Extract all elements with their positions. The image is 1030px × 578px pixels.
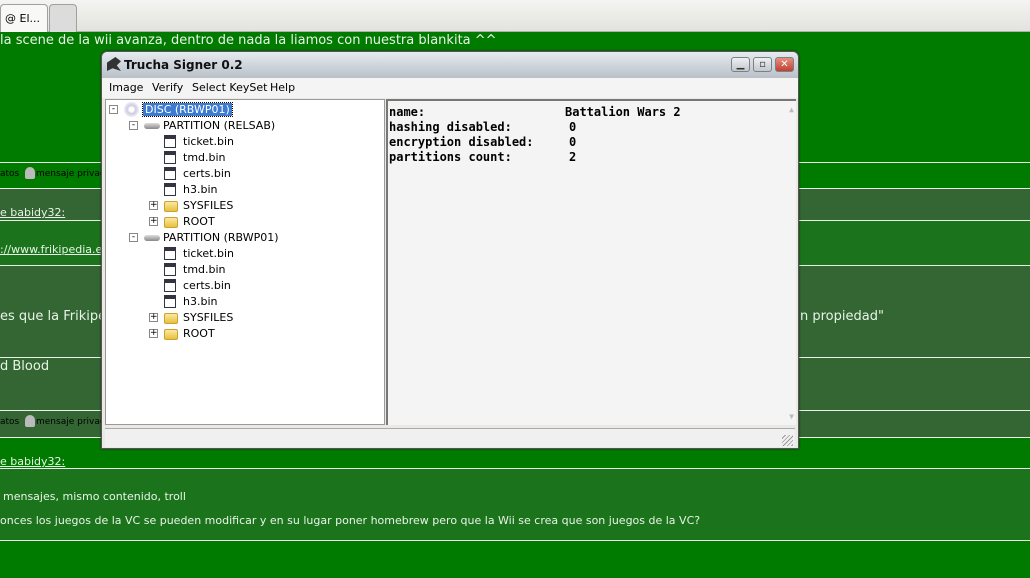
file-icon bbox=[164, 247, 176, 260]
forum-text: d Blood bbox=[0, 359, 50, 374]
info-value: Battalion Wars 2 bbox=[565, 105, 681, 119]
tree-item-label: h3.bin bbox=[183, 183, 218, 196]
menu-bar: Image Verify Select KeySet Help bbox=[102, 78, 798, 98]
window-title: Trucha Signer 0.2 bbox=[124, 58, 243, 72]
status-bar bbox=[105, 428, 795, 447]
forum-text: es que la Frikipe bbox=[0, 309, 107, 324]
tree-item-label: tmd.bin bbox=[183, 151, 226, 164]
disc-icon bbox=[124, 102, 139, 117]
drive-icon bbox=[144, 235, 160, 241]
expand-toggle[interactable]: + bbox=[149, 329, 158, 338]
folder-icon bbox=[164, 217, 178, 228]
browser-tab-bar: @ El... bbox=[0, 0, 1030, 32]
forum-band bbox=[0, 468, 1030, 540]
collapse-toggle[interactable]: - bbox=[129, 233, 138, 242]
pm-link[interactable]: mensaje privad bbox=[36, 417, 106, 427]
file-icon bbox=[164, 295, 176, 308]
tree-item-label: ticket.bin bbox=[183, 135, 234, 148]
resize-grip-icon[interactable] bbox=[782, 435, 793, 446]
folder-icon bbox=[164, 201, 178, 212]
tree-item-label: DISC (RBWP01) bbox=[142, 102, 233, 117]
collapse-toggle[interactable]: - bbox=[109, 105, 118, 114]
file-icon bbox=[164, 183, 176, 196]
scroll-up-arrow[interactable]: ▲ bbox=[789, 105, 794, 114]
title-bar[interactable]: Trucha Signer 0.2 ▁ ▫ ✕ bbox=[102, 52, 798, 78]
maximize-button[interactable]: ▫ bbox=[753, 57, 772, 72]
forum-text: mensajes, mismo contenido, troll bbox=[3, 490, 186, 503]
tree-item-label: tmd.bin bbox=[183, 263, 226, 276]
file-icon bbox=[164, 279, 176, 292]
disc-tree[interactable]: - DISC (RBWP01) - PARTITION (RELSAB) ticket.… bbox=[105, 99, 385, 425]
info-key: name: bbox=[389, 105, 426, 119]
menu-image[interactable]: Image bbox=[109, 81, 143, 94]
drive-icon bbox=[144, 123, 160, 129]
folder-icon bbox=[164, 329, 178, 340]
tree-item-label: SYSFILES bbox=[183, 199, 234, 212]
expand-toggle[interactable]: + bbox=[149, 201, 158, 210]
expand-toggle[interactable]: + bbox=[149, 217, 158, 226]
pm-icon bbox=[25, 167, 35, 179]
tree-item-label: h3.bin bbox=[183, 295, 218, 308]
collapse-toggle[interactable]: - bbox=[129, 121, 138, 130]
forum-band bbox=[0, 540, 1030, 578]
file-icon bbox=[164, 135, 176, 148]
info-key: partitions count: bbox=[389, 150, 512, 164]
info-value: 2 bbox=[569, 150, 577, 164]
forum-text: onces los juegos de la VC se pueden modi… bbox=[0, 514, 701, 527]
info-value: 0 bbox=[569, 135, 577, 149]
forum-text: n propiedad" bbox=[800, 309, 884, 324]
minimize-button[interactable]: ▁ bbox=[731, 57, 750, 72]
tree-item-label: ticket.bin bbox=[183, 247, 234, 260]
tree-item-label: SYSFILES bbox=[183, 311, 234, 324]
forum-text: la scene de la wii avanza, dentro de nad… bbox=[0, 33, 497, 48]
close-button[interactable]: ✕ bbox=[775, 57, 794, 72]
tree-item-label: PARTITION (RELSAB) bbox=[163, 119, 276, 132]
file-icon bbox=[164, 263, 176, 276]
file-icon bbox=[164, 167, 176, 180]
folder-icon bbox=[164, 313, 178, 324]
pm-icon bbox=[25, 415, 35, 427]
profile-link[interactable]: atos bbox=[0, 417, 19, 427]
menu-select-keyset[interactable]: Select KeySet bbox=[192, 81, 267, 94]
info-key: hashing disabled: bbox=[389, 120, 512, 134]
quote-header: e babidy32: bbox=[0, 206, 66, 219]
tree-item-label: certs.bin bbox=[183, 167, 231, 180]
info-key: encryption disabled: bbox=[389, 135, 534, 149]
quote-header: e babidy32: bbox=[0, 455, 66, 468]
app-icon bbox=[107, 57, 121, 71]
tab-label: @ El... bbox=[5, 12, 40, 25]
menu-verify[interactable]: Verify bbox=[152, 81, 183, 94]
forum-link[interactable]: ://www.frikipedia.e bbox=[0, 243, 102, 256]
trucha-signer-window: Trucha Signer 0.2 ▁ ▫ ✕ Image Verify Sel… bbox=[101, 51, 799, 449]
menu-help[interactable]: Help bbox=[270, 81, 295, 94]
pm-link[interactable]: mensaje privad bbox=[36, 169, 106, 179]
tree-item-label: ROOT bbox=[183, 215, 215, 228]
info-value: 0 bbox=[569, 120, 577, 134]
tree-item-label: certs.bin bbox=[183, 279, 231, 292]
browser-tab[interactable]: @ El... bbox=[0, 4, 48, 32]
file-icon bbox=[164, 151, 176, 164]
tree-item-label: ROOT bbox=[183, 327, 215, 340]
scroll-down-arrow[interactable]: ▼ bbox=[789, 412, 794, 421]
disc-info-pane: ▲ ▼ name: Battalion Wars 2 hashing disable… bbox=[386, 99, 796, 425]
expand-toggle[interactable]: + bbox=[149, 313, 158, 322]
new-tab[interactable] bbox=[49, 4, 77, 32]
profile-link[interactable]: atos bbox=[0, 169, 19, 179]
tree-item-label: PARTITION (RBWP01) bbox=[163, 231, 279, 244]
